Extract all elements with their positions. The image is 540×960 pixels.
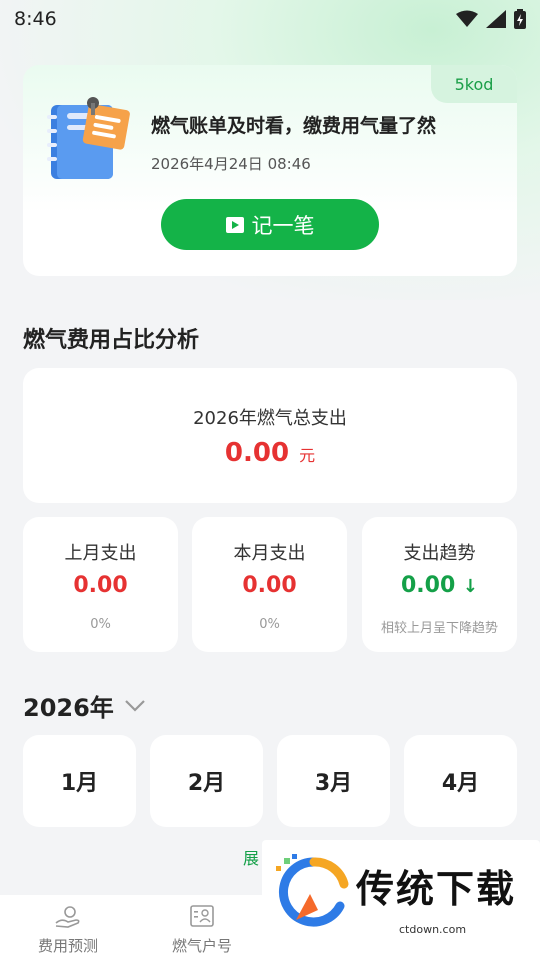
year-label: 2026年 [23, 694, 114, 722]
hero-card: 5kod 燃气账单及时看，缴费用气量了然 2026年4月24日 08:46 记一… [23, 65, 517, 276]
last-month-percent: 0% [90, 617, 111, 632]
section-title: 燃气费用占比分析 [23, 328, 200, 353]
chevron-down-icon [125, 699, 145, 712]
watermark-url: ctdown.com [399, 923, 467, 936]
signal-icon [486, 10, 506, 28]
last-month-card: 上月支出 0.00 0% [23, 517, 178, 652]
this-month-label: 本月支出 [233, 543, 306, 564]
tab-gas-account[interactable]: 燃气户号 [142, 895, 262, 960]
month-card-3[interactable]: 3月 [277, 735, 390, 827]
status-time: 8:46 [14, 8, 57, 30]
total-label: 2026年燃气总支出 [193, 408, 347, 429]
record-button[interactable]: 记一笔 [161, 199, 379, 250]
total-expense-card: 2026年燃气总支出 0.00 元 [23, 368, 517, 503]
month-card-2[interactable]: 2月 [150, 735, 263, 827]
this-month-value: 0.00 [242, 573, 297, 598]
this-month-percent: 0% [259, 617, 280, 632]
expand-link[interactable]: 展 [243, 845, 259, 869]
record-button-label: 记一笔 [251, 213, 315, 238]
total-unit: 元 [299, 446, 316, 465]
video-icon [225, 216, 244, 233]
hero-tag: 5kod [431, 65, 517, 103]
trend-value: 0.00 ↓ [400, 573, 479, 598]
status-bar: 8:46 [0, 0, 540, 38]
trend-card: 支出趋势 0.00 ↓ 相较上月呈下降趋势 [362, 517, 517, 652]
notebook-icon [47, 97, 130, 179]
tab-cost-forecast[interactable]: 费用预测 [8, 895, 128, 960]
trend-label: 支出趋势 [403, 543, 476, 564]
battery-icon [514, 9, 526, 29]
year-selector[interactable]: 2026年 [23, 688, 146, 723]
hero-title: 燃气账单及时看，缴费用气量了然 [151, 115, 437, 137]
month-card-1[interactable]: 1月 [23, 735, 136, 827]
watermark: 传统下载 ctdown.com [262, 840, 540, 936]
watermark-name: 传统下载 [356, 867, 517, 911]
trend-note: 相较上月呈下降趋势 [380, 621, 498, 636]
arrow-down-icon: ↓ [462, 576, 479, 597]
id-card-icon [190, 905, 214, 927]
this-month-card: 本月支出 0.00 0% [192, 517, 347, 652]
tab-gas-account-label: 燃气户号 [171, 937, 232, 955]
hero-date: 2026年4月24日 08:46 [151, 155, 311, 173]
hand-coin-icon [55, 906, 80, 928]
total-value: 0.00 元 [224, 438, 316, 468]
last-month-label: 上月支出 [64, 543, 137, 564]
tab-cost-forecast-label: 费用预测 [37, 937, 98, 955]
last-month-value: 0.00 [73, 573, 128, 598]
month-card-4[interactable]: 4月 [404, 735, 517, 827]
wifi-icon [456, 10, 478, 27]
ctdown-logo-icon [276, 854, 349, 927]
